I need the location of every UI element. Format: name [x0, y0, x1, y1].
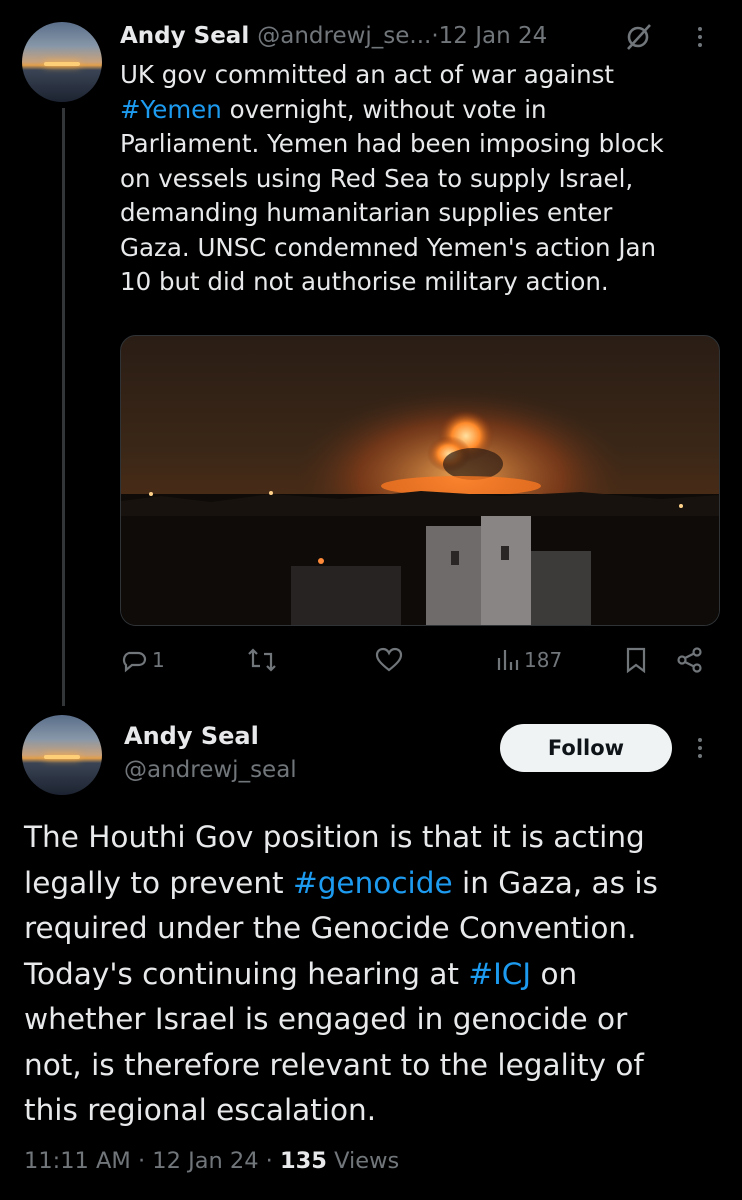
text-line: UK gov committed an act of war against	[120, 58, 725, 93]
avatar[interactable]	[22, 715, 102, 795]
bookmark-icon	[626, 647, 646, 674]
share-icon	[677, 647, 702, 673]
views-count: 187	[524, 648, 563, 672]
text-line: this regional escalation.	[24, 1088, 724, 1134]
tweet-date[interactable]: 12 Jan 24	[439, 23, 548, 49]
tweet-meta: 11:11 AM · 12 Jan 24 · 135 Views	[24, 1148, 399, 1174]
like-button[interactable]	[374, 642, 404, 678]
reply-count: 1	[152, 648, 165, 672]
hashtag-link[interactable]: #ICJ	[468, 957, 531, 991]
text-segment: Today's continuing hearing at	[24, 956, 469, 991]
reply-icon	[122, 651, 147, 673]
more-icon[interactable]	[690, 733, 710, 763]
follow-button[interactable]: Follow	[500, 724, 672, 772]
grok-icon[interactable]	[624, 22, 654, 52]
text-segment: legally to prevent	[24, 865, 293, 900]
hashtag-link[interactable]: #genocide	[293, 866, 453, 900]
text-segment: whether Israel is engaged in genocide or	[24, 1002, 628, 1036]
separator-dot: ·	[258, 1148, 280, 1174]
text-line: Parliament. Yemen had been imposing bloc…	[120, 127, 725, 162]
text-line: legally to prevent #genocide in Gaza, as…	[24, 861, 724, 907]
views-icon	[497, 650, 519, 670]
text-segment: demanding humanitarian supplies enter	[120, 198, 613, 227]
author-handle[interactable]: @andrewj_se...	[257, 23, 431, 49]
text-line: not, is therefore relevant to the legali…	[24, 1043, 724, 1089]
text-segment: The Houthi Gov position is that it is ac…	[24, 820, 645, 854]
view-count[interactable]: 135	[280, 1148, 327, 1174]
explosion-photo	[121, 386, 719, 625]
tweet-text: The Houthi Gov position is that it is ac…	[24, 815, 724, 1134]
text-segment: Parliament. Yemen had been imposing bloc…	[120, 129, 664, 158]
thread-connector-line	[62, 108, 65, 706]
text-line: demanding humanitarian supplies enter	[120, 196, 725, 231]
repost-icon	[248, 648, 276, 672]
text-segment: this regional escalation.	[24, 1093, 377, 1127]
text-segment: required under the Genocide Convention.	[24, 911, 637, 945]
text-line: The Houthi Gov position is that it is ac…	[24, 815, 724, 861]
separator-dot: ·	[431, 23, 439, 49]
like-icon	[375, 647, 403, 672]
text-segment: not, is therefore relevant to the legali…	[24, 1047, 644, 1082]
text-segment: 10 but did not authorise military action…	[120, 267, 609, 296]
tweet-actions: 1 187	[120, 642, 720, 678]
author-name[interactable]: Andy Seal	[124, 722, 259, 750]
repost-button[interactable]	[246, 642, 278, 678]
share-button[interactable]	[676, 642, 704, 678]
text-segment: in Gaza, as is	[452, 865, 658, 900]
tweet-image[interactable]	[120, 335, 720, 626]
text-line: Today's continuing hearing at #ICJ on	[24, 952, 724, 998]
tweet-text: UK gov committed an act of war against #Y…	[120, 58, 725, 300]
tweet-time[interactable]: 11:11 AM	[24, 1148, 131, 1174]
text-segment: UK gov committed an act of war against	[120, 60, 615, 89]
text-segment: Gaza. UNSC condemned Yemen's action Jan	[120, 232, 657, 262]
bookmark-button[interactable]	[624, 642, 648, 678]
views-button[interactable]: 187	[496, 642, 562, 678]
text-line: #Yemen overnight, without vote in	[120, 93, 725, 128]
more-icon[interactable]	[690, 22, 710, 52]
author-handle[interactable]: @andrewj_seal	[124, 757, 297, 783]
views-label: Views	[326, 1148, 400, 1174]
text-line: on vessels using Red Sea to supply Israe…	[120, 162, 725, 197]
text-segment: on	[531, 956, 578, 991]
tweet-date[interactable]: 12 Jan 24	[152, 1148, 258, 1174]
text-line: Gaza. UNSC condemned Yemen's action Jan	[120, 231, 725, 266]
separator-dot: ·	[130, 1148, 153, 1174]
text-segment: overnight, without vote in	[221, 94, 547, 124]
reply-button[interactable]: 1	[120, 642, 165, 678]
text-line: 10 but did not authorise military action…	[120, 265, 725, 300]
author-name[interactable]: Andy Seal	[120, 23, 249, 49]
text-line: required under the Genocide Convention.	[24, 906, 724, 952]
hashtag-link[interactable]: #Yemen	[120, 95, 222, 124]
text-line: whether Israel is engaged in genocide or	[24, 997, 724, 1043]
avatar[interactable]	[22, 22, 102, 102]
text-segment: on vessels using Red Sea to supply Israe…	[120, 163, 634, 193]
